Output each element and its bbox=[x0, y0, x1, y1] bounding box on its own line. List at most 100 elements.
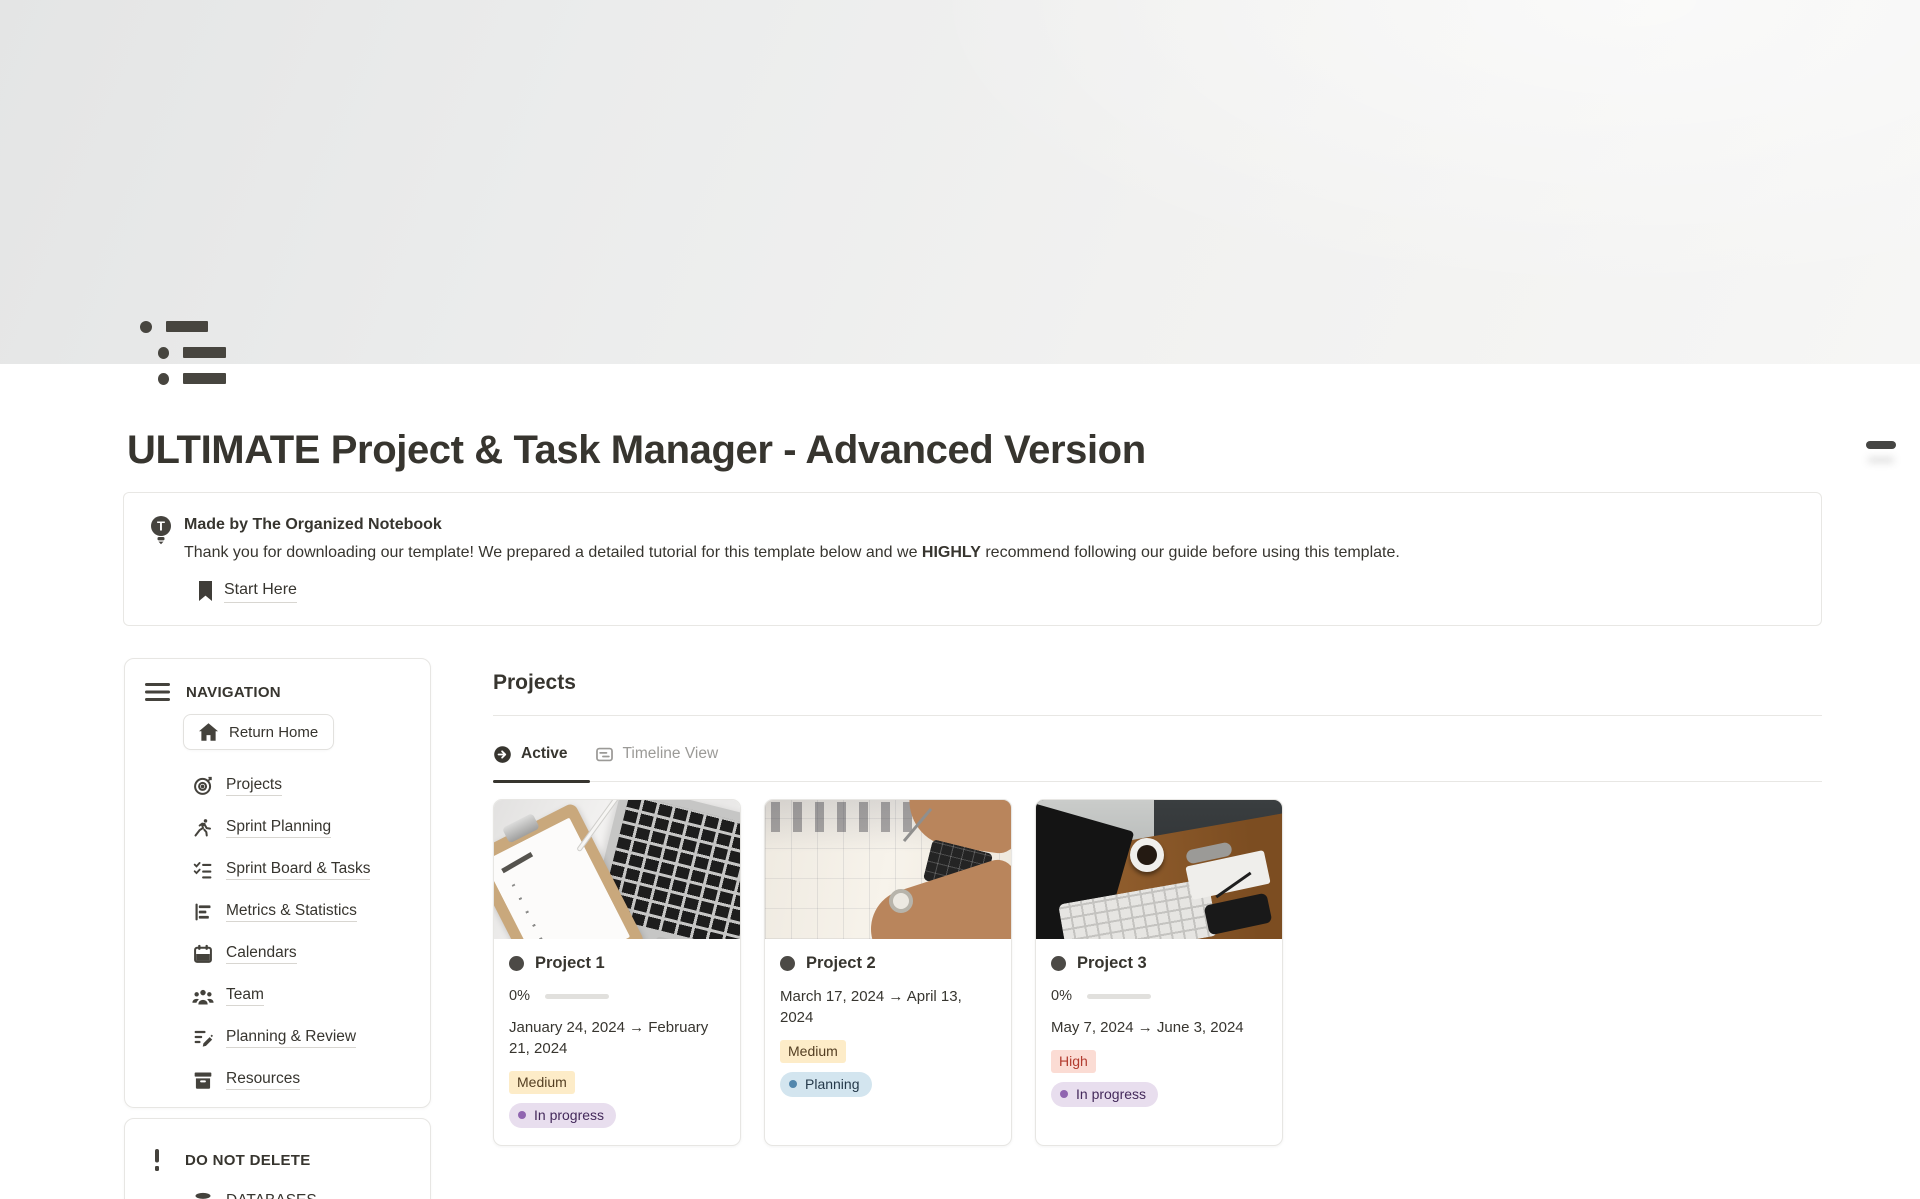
sidebar-item-projects[interactable]: Projects bbox=[192, 765, 410, 807]
callout-text-after: recommend following our guide before usi… bbox=[981, 544, 1400, 561]
do-not-delete-label: DO NOT DELETE bbox=[185, 1152, 311, 1169]
sidebar-item-label: Resources bbox=[226, 1070, 300, 1090]
tab-active[interactable]: Active bbox=[493, 745, 568, 764]
card-title-row: Project 1 bbox=[509, 954, 725, 973]
sidebar-item-label: Calendars bbox=[226, 944, 297, 964]
sketch-shape bbox=[771, 802, 921, 832]
coffee-shape bbox=[1137, 845, 1157, 865]
archive-box-icon bbox=[192, 1070, 214, 1090]
sidebar-item-label: Metrics & Statistics bbox=[226, 902, 357, 922]
project-2-thumbnail bbox=[765, 800, 1011, 939]
return-home-label: Return Home bbox=[229, 724, 318, 741]
project-title: Project 1 bbox=[535, 954, 605, 973]
status-label: Planning bbox=[805, 1076, 860, 1092]
tab-rule-line bbox=[493, 781, 1822, 782]
priority-tag: Medium bbox=[780, 1040, 846, 1063]
active-tab-underline bbox=[493, 780, 590, 783]
project-dot-icon bbox=[1051, 956, 1066, 971]
runner-icon bbox=[192, 818, 214, 838]
status-dot-icon bbox=[1060, 1090, 1068, 1098]
sidebar-item-planning-review[interactable]: Planning & Review bbox=[192, 1017, 410, 1059]
minimize-dash-icon[interactable] bbox=[1866, 441, 1896, 449]
list-row bbox=[140, 321, 226, 332]
task-checklist-icon bbox=[192, 860, 214, 880]
bookmark-icon bbox=[198, 581, 213, 601]
status-dot-icon bbox=[789, 1080, 797, 1088]
tab-timeline-view[interactable]: Timeline View bbox=[595, 745, 719, 764]
progress-row: 0% bbox=[509, 988, 725, 1004]
view-tabs: Active Timeline View bbox=[493, 741, 1822, 767]
project-gallery: Project 1 0% January 24, 2024 → February… bbox=[493, 799, 1822, 1146]
sidebar-item-label: Projects bbox=[226, 776, 282, 796]
calendar-icon bbox=[192, 944, 214, 964]
page-cover-image bbox=[0, 0, 1920, 364]
return-home-button[interactable]: Return Home bbox=[183, 714, 334, 750]
notion-page: ULTIMATE Project & Task Manager - Advanc… bbox=[0, 0, 1920, 1199]
card-body: Project 2 March 17, 2024 → April 13, 202… bbox=[765, 939, 1011, 1114]
status-label: In progress bbox=[1076, 1086, 1146, 1102]
sidebar-item-sprint-board[interactable]: Sprint Board & Tasks bbox=[192, 849, 410, 891]
priority-tag: Medium bbox=[509, 1071, 575, 1094]
project-card-1[interactable]: Project 1 0% January 24, 2024 → February… bbox=[493, 799, 741, 1146]
sidebar-item-resources[interactable]: Resources bbox=[192, 1059, 410, 1101]
callout-text-before: Thank you for downloading our template! … bbox=[184, 544, 922, 561]
project-dot-icon bbox=[780, 956, 795, 971]
sidebar-item-metrics[interactable]: Metrics & Statistics bbox=[192, 891, 410, 933]
sidebar-item-sprint-planning[interactable]: Sprint Planning bbox=[192, 807, 410, 849]
arrow-circle-icon bbox=[493, 745, 512, 764]
section-divider bbox=[493, 715, 1822, 716]
start-here-link[interactable]: Start Here bbox=[198, 579, 297, 603]
progress-bar bbox=[1087, 994, 1151, 999]
danger-list: DATABASES bbox=[192, 1181, 410, 1199]
project-dates: March 17, 2024 → April 13, 2024 bbox=[780, 986, 996, 1028]
status-dot-icon bbox=[518, 1111, 526, 1119]
list-bullet bbox=[158, 373, 169, 385]
watch-shape bbox=[889, 889, 913, 913]
navigation-header-label: NAVIGATION bbox=[186, 684, 281, 701]
status-pill: In progress bbox=[1051, 1082, 1158, 1107]
maker-callout: T Made by The Organized Notebook Thank y… bbox=[123, 492, 1822, 626]
status-pill: In progress bbox=[509, 1103, 616, 1128]
sidebar-item-databases[interactable]: DATABASES bbox=[192, 1181, 410, 1199]
timeline-board-icon bbox=[595, 745, 614, 764]
lightbulb-logo-icon: T bbox=[148, 514, 178, 604]
progress-bar bbox=[545, 994, 609, 999]
project-card-2[interactable]: Project 2 March 17, 2024 → April 13, 202… bbox=[764, 799, 1012, 1146]
page-title: ULTIMATE Project & Task Manager - Advanc… bbox=[127, 428, 1146, 473]
callout-text: Thank you for downloading our template! … bbox=[184, 542, 1400, 564]
people-icon bbox=[192, 986, 214, 1006]
start-here-label: Start Here bbox=[224, 579, 297, 603]
sidebar-item-calendars[interactable]: Calendars bbox=[192, 933, 410, 975]
progress-row: 0% bbox=[1051, 988, 1267, 1004]
navigation-header: NAVIGATION bbox=[145, 683, 410, 701]
bulleted-list-icon[interactable] bbox=[140, 321, 226, 397]
progress-label: 0% bbox=[509, 988, 530, 1004]
projects-section: Projects Active Timeline View bbox=[493, 670, 1822, 1146]
house-icon bbox=[199, 723, 218, 741]
priority-tag: High bbox=[1051, 1050, 1096, 1073]
database-icon bbox=[192, 1192, 214, 1199]
card-title-row: Project 2 bbox=[780, 954, 996, 973]
card-body: Project 3 0% May 7, 2024 → June 3, 2024 … bbox=[1036, 939, 1282, 1124]
callout-heading: Made by The Organized Notebook bbox=[184, 514, 1400, 536]
tab-label: Active bbox=[521, 745, 568, 763]
tab-rule bbox=[493, 780, 1822, 783]
list-row bbox=[158, 347, 226, 358]
sidebar-item-label: Team bbox=[226, 986, 264, 1006]
status-pill: Planning bbox=[780, 1072, 872, 1097]
list-bar bbox=[183, 373, 226, 384]
sidebar-item-label: Planning & Review bbox=[226, 1028, 356, 1048]
bar-chart-icon bbox=[192, 902, 214, 922]
projects-heading: Projects bbox=[493, 670, 1822, 696]
progress-label: 0% bbox=[1051, 988, 1072, 1004]
list-bar bbox=[166, 321, 208, 332]
project-dates: January 24, 2024 → February 21, 2024 bbox=[509, 1017, 725, 1059]
project-dates: May 7, 2024 → June 3, 2024 bbox=[1051, 1017, 1267, 1038]
target-icon bbox=[192, 776, 214, 796]
project-card-3[interactable]: Project 3 0% May 7, 2024 → June 3, 2024 … bbox=[1035, 799, 1283, 1146]
card-body: Project 1 0% January 24, 2024 → February… bbox=[494, 939, 740, 1145]
sidebar-item-label: Sprint Board & Tasks bbox=[226, 860, 370, 880]
sidebar-item-label: DATABASES bbox=[226, 1192, 317, 1199]
sidebar-item-team[interactable]: Team bbox=[192, 975, 410, 1017]
list-bullet bbox=[140, 321, 152, 333]
